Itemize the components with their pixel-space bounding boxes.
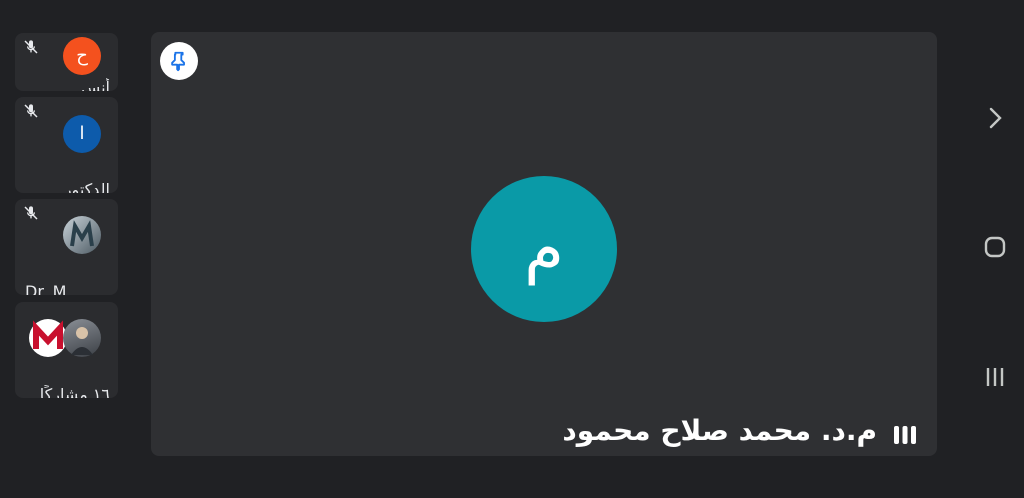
participant-tile[interactable]: ا الدكتور: [15, 97, 118, 193]
avatar: [63, 319, 101, 357]
chevron-right-icon[interactable]: [982, 105, 1008, 131]
speaker-avatar: م: [471, 176, 617, 322]
profile-photo: [71, 327, 93, 355]
speaker-name: م.د. محمد صلاح محمود: [562, 414, 877, 447]
participant-name: Dr. M: [25, 282, 67, 295]
participant-name: الدكتور: [63, 180, 110, 193]
meeting-screen: ح أنس ا الدكتور Dr. M ١٦ مشاركًا م م.د. …: [0, 0, 1024, 498]
avatar: ح: [63, 37, 101, 75]
mic-off-icon: [24, 104, 38, 118]
participant-tile[interactable]: Dr. M: [15, 199, 118, 295]
recents-icon[interactable]: [982, 364, 1008, 390]
avatar: [29, 319, 67, 357]
mic-off-icon: [24, 40, 38, 54]
avatar: [63, 216, 101, 254]
participant-tile[interactable]: ح أنس: [15, 33, 118, 91]
home-icon[interactable]: [982, 234, 1008, 260]
main-video-tile[interactable]: م م.د. محمد صلاح محمود: [151, 32, 937, 456]
participant-count: ١٦ مشاركًا: [39, 385, 110, 398]
audio-level-icon: [894, 426, 916, 444]
participants-group-tile[interactable]: ١٦ مشاركًا: [15, 302, 118, 398]
pin-icon: [171, 51, 185, 72]
avatar: ا: [63, 115, 101, 153]
pin-button[interactable]: [160, 42, 198, 80]
participant-name: أنس: [80, 78, 110, 91]
mic-off-icon: [24, 206, 38, 220]
m-logo-icon: [33, 320, 63, 349]
profile-photo: [70, 220, 94, 247]
